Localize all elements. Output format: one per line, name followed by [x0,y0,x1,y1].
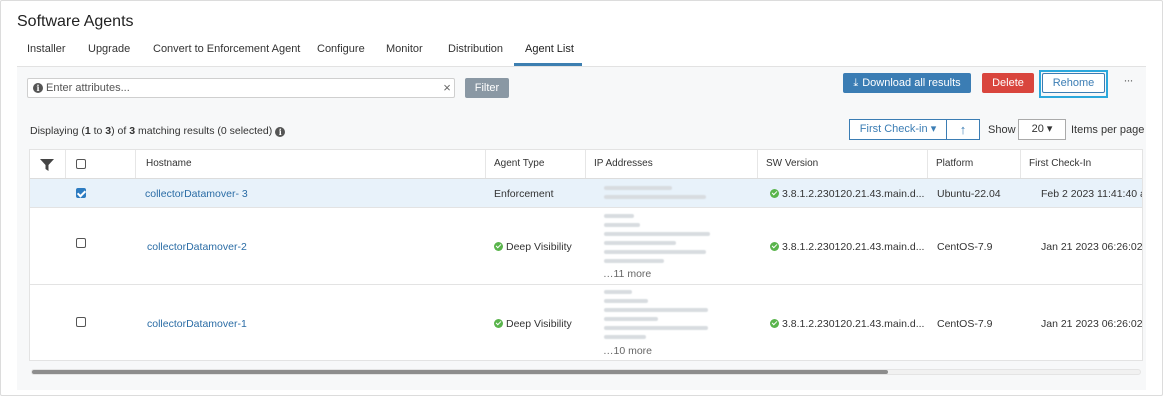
agent-type-text: Deep Visibility [506,318,572,330]
check-circle-icon [770,189,779,198]
caret-down-icon: ▾ [930,123,937,135]
table-row[interactable]: collectorDatamover- 3 Enforcement 3.8.1.… [30,179,1142,208]
filter-button[interactable]: Filter [465,78,509,98]
tab-monitor[interactable]: Monitor [386,43,423,55]
delete-button[interactable]: Delete [982,73,1034,93]
platform: Ubuntu-22.04 [937,188,1001,200]
hostname-link[interactable]: collectorDatamover-1 [147,318,247,330]
sw-version-text: 3.8.1.2.230120.21.43.main.d... [782,188,925,200]
sw-version-text: 3.8.1.2.230120.21.43.main.d... [782,241,925,253]
redacted-ip [604,223,640,227]
first-check-in: Jan 21 2023 06:26:02 pm [1041,318,1143,330]
row-checkbox[interactable] [76,188,86,198]
attribute-search-input[interactable] [46,80,426,96]
tab-upgrade[interactable]: Upgrade [88,43,130,55]
info-icon[interactable]: i [33,83,43,93]
scrollbar-thumb[interactable] [32,370,888,374]
sw-version: 3.8.1.2.230120.21.43.main.d... [770,188,924,200]
more-ips-link[interactable]: …10 more [603,345,652,357]
sw-version-text: 3.8.1.2.230120.21.43.main.d... [782,318,925,330]
download-all-results-button[interactable]: ⤓ Download all results [843,73,971,93]
redacted-ip [604,250,706,254]
column-header-hostname[interactable]: Hostname [136,150,486,178]
results-summary: Displaying (1 to 3) of 3 matching result… [30,125,286,137]
redacted-ip [604,326,708,330]
hostname-link[interactable]: collectorDatamover- 3 [145,188,248,200]
tab-agent-list[interactable]: Agent List [525,43,574,55]
platform: CentOS-7.9 [937,241,993,253]
page-size-value: 20 [1031,123,1044,135]
tab-convert-to-enforcement-agent[interactable]: Convert to Enforcement Agent [153,43,300,55]
column-header-agent-type[interactable]: Agent Type [486,150,586,178]
column-select-all [66,150,136,178]
sw-version: 3.8.1.2.230120.21.43.main.d... [770,241,924,253]
search-box: i × [27,78,455,98]
table-row[interactable]: collectorDatamover-2 Deep Visibility …11… [30,208,1143,285]
tab-configure[interactable]: Configure [317,43,365,55]
redacted-ip [604,186,672,190]
row-checkbox[interactable] [76,238,86,248]
check-circle-icon [494,319,503,328]
page-title: Software Agents [17,13,134,30]
column-header-sw-version[interactable]: SW Version [758,150,928,178]
download-icon: ⤓ [853,77,859,89]
arrow-up-icon: ↑ [959,122,967,137]
redacted-ip [604,290,632,294]
caret-down-icon: ▾ [1046,123,1053,135]
items-per-page-label: Items per page [1071,124,1145,136]
summary-to: to [90,125,106,137]
check-circle-icon [770,242,779,251]
hostname-link[interactable]: collectorDatamover-2 [147,241,247,253]
agent-type: Deep Visibility [494,318,572,330]
agent-type-text: Deep Visibility [506,241,572,253]
first-check-in: Jan 21 2023 06:26:02 pm [1041,241,1143,253]
column-header-first-check-in[interactable]: First Check-In [1021,150,1142,178]
table-row[interactable]: collectorDatamover-1 Deep Visibility …10… [30,285,1143,360]
redacted-ip [604,317,658,321]
first-check-in: Feb 2 2023 11:41:40 am [1041,188,1142,200]
sw-version: 3.8.1.2.230120.21.43.main.d... [770,318,924,330]
redacted-ip [604,299,648,303]
check-circle-icon [770,319,779,328]
column-header-platform[interactable]: Platform [928,150,1021,178]
summary-suffix: matching results (0 selected) [135,125,273,137]
download-label: Download all results [862,77,961,89]
agent-type: Enforcement [494,188,554,200]
column-filter[interactable] [30,150,66,178]
row-checkbox[interactable] [76,317,86,327]
show-label: Show [988,124,1016,136]
clear-icon[interactable]: × [441,80,453,96]
summary-prefix: Displaying ( [30,125,85,137]
summary-of: ) of [111,125,130,137]
tab-distribution[interactable]: Distribution [448,43,503,55]
select-all-checkbox[interactable] [76,159,86,169]
redacted-ip [604,232,710,236]
column-header-ip-addresses[interactable]: IP Addresses [586,150,758,178]
agent-type: Deep Visibility [494,241,572,253]
tab-installer[interactable]: Installer [27,43,66,55]
page-size-select[interactable]: 20 ▾ [1018,119,1066,140]
redacted-ip [604,241,676,245]
filter-icon [40,159,54,171]
info-icon[interactable]: i [275,127,286,137]
redacted-ip [604,308,708,312]
more-ips-link[interactable]: …11 more [603,268,651,280]
redacted-ip [604,214,634,218]
agents-table: Hostname Agent Type IP Addresses SW Vers… [29,149,1143,361]
sort-by-value: First Check-in [859,123,928,135]
redacted-ip [604,259,664,263]
more-options-icon[interactable]: ··· [1121,74,1135,88]
platform: CentOS-7.9 [937,318,993,330]
check-circle-icon [494,242,503,251]
sort-by-select[interactable]: First Check-in ▾ [849,119,947,140]
rehome-button[interactable]: Rehome [1042,73,1105,93]
sort-direction-button[interactable]: ↑ [946,119,980,140]
redacted-ip [604,195,706,199]
redacted-ip [604,335,646,339]
